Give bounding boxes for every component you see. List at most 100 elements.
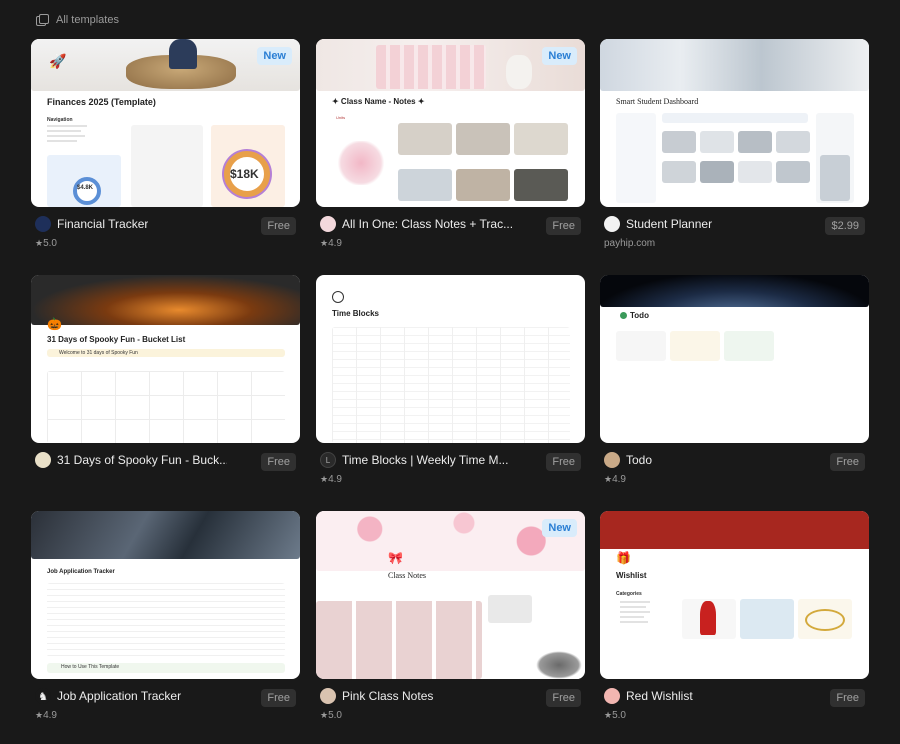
template-title[interactable]: 31 Days of Spooky Fun - Buck... — [57, 453, 227, 467]
template-rating — [35, 474, 300, 486]
new-badge: New — [542, 519, 577, 537]
template-card-class-notes[interactable]: ✦ Class Name - Notes ✦ Units New All In … — [316, 39, 585, 250]
template-thumbnail[interactable]: Smart Student Dashboard — [600, 39, 869, 207]
author-avatar — [604, 452, 620, 468]
new-badge: New — [542, 47, 577, 65]
gallery-5 — [662, 161, 696, 183]
template-title[interactable]: Job Application Tracker — [57, 689, 181, 703]
template-thumbnail[interactable]: ✦ Class Name - Notes ✦ Units New — [316, 39, 585, 207]
vase-image — [506, 55, 532, 89]
red-dress-image — [700, 601, 716, 635]
red-cover — [600, 511, 869, 549]
gallery-image-6 — [514, 169, 568, 201]
template-thumbnail[interactable]: Todo — [600, 275, 869, 443]
sunglasses-item — [740, 599, 794, 639]
bracelet-image — [805, 609, 845, 631]
price-badge: Free — [261, 689, 296, 707]
column-1 — [616, 331, 666, 361]
star-icon: ★ — [320, 238, 329, 248]
help-text: How to Use This Template — [61, 664, 120, 670]
new-badge: New — [257, 47, 292, 65]
price-badge: Free — [261, 453, 296, 471]
star-icon: ★ — [604, 710, 613, 720]
check-icon — [620, 312, 627, 319]
template-title[interactable]: Pink Class Notes — [342, 689, 433, 703]
gallery-2 — [700, 131, 734, 153]
template-thumbnail[interactable]: 🎁 Wishlist Categories — [600, 511, 869, 679]
cover-image — [600, 39, 869, 91]
thumb-title: ✦ Class Name - Notes ✦ — [332, 97, 425, 106]
template-source: payhip.com — [604, 238, 656, 249]
template-card-todo[interactable]: Todo Todo Free ★4.9 — [600, 275, 869, 486]
flower-image — [336, 141, 386, 185]
gallery-1 — [662, 131, 696, 153]
section-label: Units — [336, 115, 346, 120]
pumpkin-icon: 🎃 — [47, 317, 62, 331]
column-2 — [670, 331, 720, 361]
template-rating: ★4.9 — [604, 474, 626, 485]
thumb-title: Wishlist — [616, 571, 647, 580]
template-card-spooky-fun[interactable]: 🎃 31 Days of Spooky Fun - Bucket List We… — [31, 275, 300, 486]
price-badge: Free — [830, 453, 865, 471]
gallery-image-2 — [456, 123, 510, 155]
thumb-title: 31 Days of Spooky Fun - Bucket List — [47, 335, 186, 344]
price-badge: Free — [546, 689, 581, 707]
star-icon: ★ — [604, 474, 613, 484]
clock-icon — [332, 291, 344, 303]
earth-cover — [600, 275, 869, 307]
author-avatar — [35, 216, 51, 232]
price-badge: Free — [546, 217, 581, 235]
thumb-title: Time Blocks — [332, 309, 379, 318]
template-rating: ★5.0 — [35, 238, 57, 249]
template-card-job-tracker[interactable]: Job Application Tracker How to Use This … — [31, 511, 300, 722]
gallery-image-4 — [398, 169, 452, 201]
photo-panel — [820, 155, 850, 201]
template-thumbnail[interactable]: 🎀 Class Notes New — [316, 511, 585, 679]
gallery-image-1 — [398, 123, 452, 155]
template-title[interactable]: Todo — [626, 453, 652, 467]
thumb-title: Class Notes — [388, 571, 426, 580]
price-badge: Free — [830, 689, 865, 707]
star-icon: ★ — [35, 238, 44, 248]
template-card-pink-class-notes[interactable]: 🎀 Class Notes New Pink Class Notes Free … — [316, 511, 585, 722]
thumb-nav-label: Navigation — [47, 117, 73, 123]
calendar-header — [662, 113, 808, 123]
star-icon: ★ — [320, 474, 329, 484]
thumb-title: Todo — [630, 311, 649, 320]
template-card-student-planner[interactable]: Smart Student Dashboard Student Planner … — [600, 39, 869, 250]
author-avatar: L — [320, 452, 336, 468]
figure-small: $4.8K — [77, 185, 94, 191]
template-thumbnail[interactable]: 🚀 Finances 2025 (Template) Navigation $4… — [31, 39, 300, 207]
template-title[interactable]: Student Planner — [626, 217, 712, 231]
template-title[interactable]: Red Wishlist — [626, 689, 693, 703]
template-rating: ★4.9 — [320, 238, 342, 249]
author-avatar — [35, 452, 51, 468]
template-thumbnail[interactable]: Time Blocks — [316, 275, 585, 443]
template-title[interactable]: Time Blocks | Weekly Time M... — [342, 453, 508, 467]
cat-image — [536, 651, 582, 679]
template-rating: ★4.9 — [35, 710, 57, 721]
header: All templates — [36, 14, 119, 26]
figure-large: $18K — [230, 167, 259, 181]
template-card-time-blocks[interactable]: Time Blocks L Time Blocks | Weekly Time … — [316, 275, 585, 486]
author-avatar: ♞ — [35, 688, 51, 704]
sidebar-panel — [616, 113, 656, 203]
gallery-8 — [776, 161, 810, 183]
bow-icon: 🎀 — [388, 551, 403, 565]
author-avatar — [604, 688, 620, 704]
header-title: All templates — [56, 14, 119, 26]
template-title[interactable]: All In One: Class Notes + Trac... — [342, 217, 512, 231]
template-thumbnail[interactable]: 🎃 31 Days of Spooky Fun - Bucket List We… — [31, 275, 300, 443]
applications-table — [47, 583, 285, 657]
column-3 — [724, 331, 774, 361]
template-card-financial-tracker[interactable]: 🚀 Finances 2025 (Template) Navigation $4… — [31, 39, 300, 250]
price-badge: $2.99 — [825, 217, 865, 235]
author-avatar — [320, 688, 336, 704]
template-thumbnail[interactable]: Job Application Tracker How to Use This … — [31, 511, 300, 679]
gift-icon: 🎁 — [616, 551, 631, 565]
callout-text: Welcome to 31 days of Spooky Fun — [59, 350, 138, 356]
template-card-red-wishlist[interactable]: 🎁 Wishlist Categories Red Wishlist Free … — [600, 511, 869, 722]
template-title[interactable]: Financial Tracker — [57, 217, 148, 231]
thumb-title: Finances 2025 (Template) — [47, 97, 156, 107]
star-icon: ★ — [35, 710, 44, 720]
